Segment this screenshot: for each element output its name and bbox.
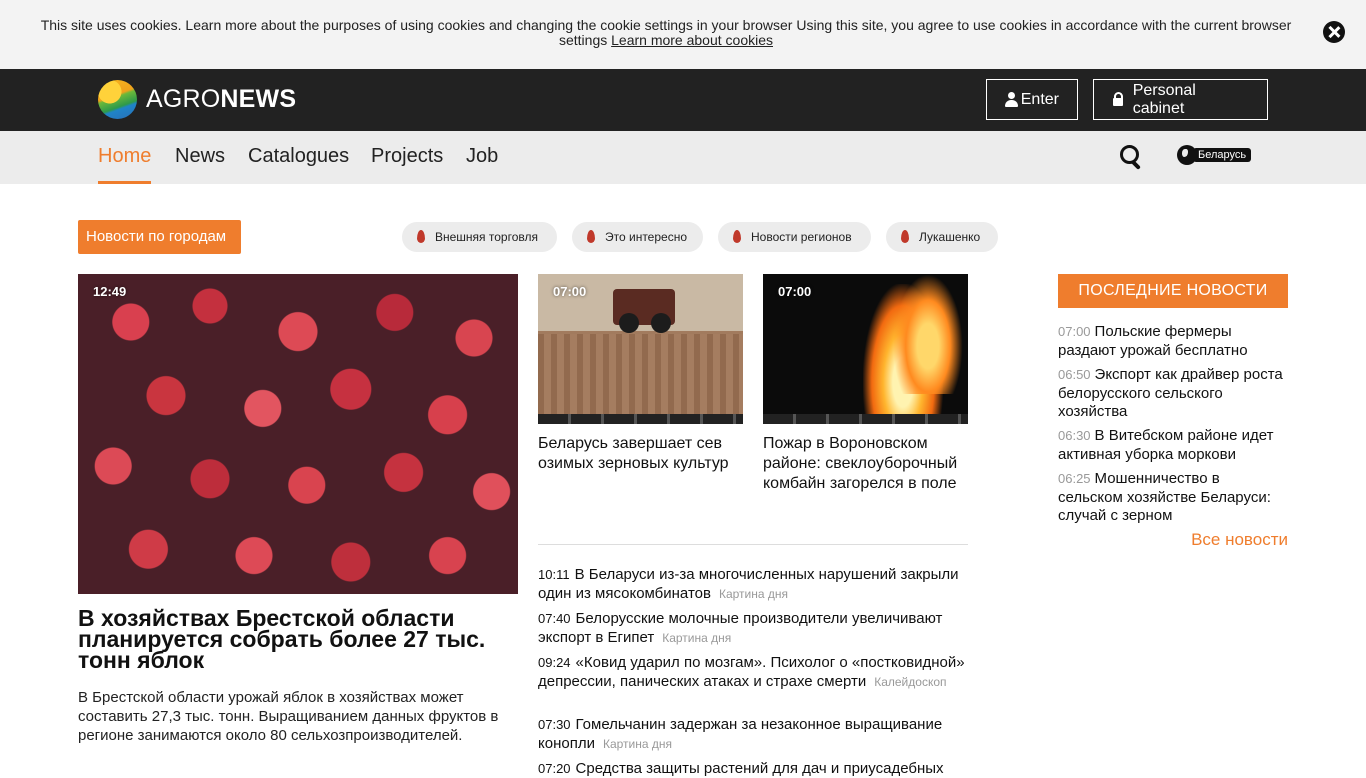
sidebar-news-item[interactable]: 06:30 В Витебском районе идет активная уб… xyxy=(1058,427,1288,464)
lead-story-title[interactable]: В хозяйствах Брестской области планирует… xyxy=(78,607,518,672)
sidebar-news-time: 06:25 xyxy=(1058,471,1091,486)
lead-story-time: 12:49 xyxy=(93,284,127,299)
card-image-sowing[interactable]: 07:00 xyxy=(538,274,743,424)
sidebar-news-time: 07:00 xyxy=(1058,324,1091,339)
logo-wordmark: AGRONEWS xyxy=(146,84,297,113)
list-item[interactable]: 09:24 «Ковид ударил по мозгам». Психолог … xyxy=(538,653,968,692)
nav-item-catalogues[interactable]: Catalogues xyxy=(248,145,349,168)
close-icon[interactable] xyxy=(1323,21,1345,43)
list-item[interactable]: 07:30 Гомельчанин задержан за незаконное … xyxy=(538,715,968,754)
news-category[interactable]: Картина дня xyxy=(719,587,788,601)
tag-interesting[interactable]: Это интересно xyxy=(572,222,703,252)
region-badge[interactable]: Беларусь xyxy=(1193,148,1252,162)
sidebar-news-item[interactable]: 07:00 Польские фермеры раздают урожай бес… xyxy=(1058,323,1288,360)
tag-label: Внешняя торговля xyxy=(435,230,538,244)
list-item[interactable]: 07:20 Средства защиты растений для дач и … xyxy=(538,759,968,778)
sidebar-news-item[interactable]: 06:25 Мошенничество в сельском хозяйстве … xyxy=(1058,470,1288,526)
card-image-fire[interactable]: 07:00 xyxy=(763,274,968,424)
site-logo[interactable]: AGRONEWS xyxy=(98,79,296,119)
list-item[interactable]: 07:40 Белорусские молочные производители … xyxy=(538,609,968,648)
all-news-link[interactable]: Все новости xyxy=(1058,530,1288,550)
sidebar-news-title[interactable]: Экспорт как драйвер роста белорусского с… xyxy=(1058,366,1283,420)
news-title[interactable]: Гомельчанин задержан за незаконное выращ… xyxy=(538,716,942,752)
tag-lukashenko[interactable]: Лукашенко xyxy=(886,222,998,252)
cookie-learn-more-link[interactable]: Learn more about cookies xyxy=(611,32,773,48)
lock-icon xyxy=(1112,92,1125,107)
active-nav-indicator xyxy=(98,181,151,184)
news-time: 07:30 xyxy=(538,717,571,732)
news-time: 10:11 xyxy=(538,567,570,582)
latest-news-heading: ПОСЛЕДНИЕ НОВОСТИ xyxy=(1058,274,1288,308)
nav-item-projects[interactable]: Projects xyxy=(371,145,443,168)
flame-icon xyxy=(901,230,909,243)
tag-regional-news[interactable]: Новости регионов xyxy=(718,222,871,252)
enter-label: Enter xyxy=(1020,90,1059,108)
flame-icon xyxy=(733,230,741,243)
personal-cabinet-label: Personal cabinet xyxy=(1132,81,1196,117)
flame-icon xyxy=(587,230,595,243)
news-time: 07:40 xyxy=(538,611,571,626)
city-news-button[interactable]: Новости по городам xyxy=(78,220,241,254)
main-nav: Home News Catalogues Projects Job xyxy=(0,131,1366,184)
site-header: AGRONEWS Enter Personal cabinet xyxy=(0,69,1366,131)
divider xyxy=(538,544,968,545)
logo-globe-icon xyxy=(98,79,137,119)
news-time: 07:20 xyxy=(538,761,571,776)
nav-item-home[interactable]: Home xyxy=(98,145,151,168)
news-title[interactable]: Средства защиты растений для дач и приус… xyxy=(576,760,944,777)
nav-item-job[interactable]: Job xyxy=(466,145,498,168)
card-title[interactable]: Пожар в Вороновском районе: свеклоубороч… xyxy=(763,434,968,494)
sidebar-news-time: 06:50 xyxy=(1058,367,1091,382)
news-category[interactable]: Картина дня xyxy=(662,631,731,645)
flame-icon xyxy=(417,230,425,243)
tag-foreign-trade[interactable]: Внешняя торговля xyxy=(402,222,557,252)
cookie-text: This site uses cookies. Learn more about… xyxy=(30,18,1302,47)
tractor-illustration xyxy=(613,289,675,333)
personal-cabinet-button[interactable]: Personal cabinet xyxy=(1093,79,1268,120)
card-title[interactable]: Беларусь завершает сев озимых зерновых к… xyxy=(538,434,743,474)
search-icon[interactable] xyxy=(1120,145,1142,169)
lead-story-image[interactable]: 12:49 xyxy=(78,274,518,594)
enter-button[interactable]: Enter xyxy=(986,79,1078,120)
sidebar-news-time: 06:30 xyxy=(1058,428,1091,443)
news-category[interactable]: Калейдоскоп xyxy=(874,675,946,689)
news-title[interactable]: Белорусские молочные производители увели… xyxy=(538,610,942,646)
tag-label: Лукашенко xyxy=(919,230,981,244)
tag-label: Это интересно xyxy=(605,230,688,244)
user-icon xyxy=(1005,92,1018,107)
tag-label: Новости регионов xyxy=(751,230,852,244)
nav-item-news[interactable]: News xyxy=(175,145,225,168)
list-item[interactable]: 10:11 В Беларуси из-за многочисленных нар… xyxy=(538,565,968,604)
card-time: 07:00 xyxy=(553,284,587,299)
sidebar-news-item[interactable]: 06:50 Экспорт как драйвер роста белорусск… xyxy=(1058,366,1288,422)
news-category[interactable]: Картина дня xyxy=(603,737,672,751)
cookie-banner: This site uses cookies. Learn more about… xyxy=(0,0,1366,69)
card-time: 07:00 xyxy=(778,284,812,299)
news-time: 09:24 xyxy=(538,655,571,670)
lead-story-description: В Брестской области урожай яблок в хозяй… xyxy=(78,689,499,744)
